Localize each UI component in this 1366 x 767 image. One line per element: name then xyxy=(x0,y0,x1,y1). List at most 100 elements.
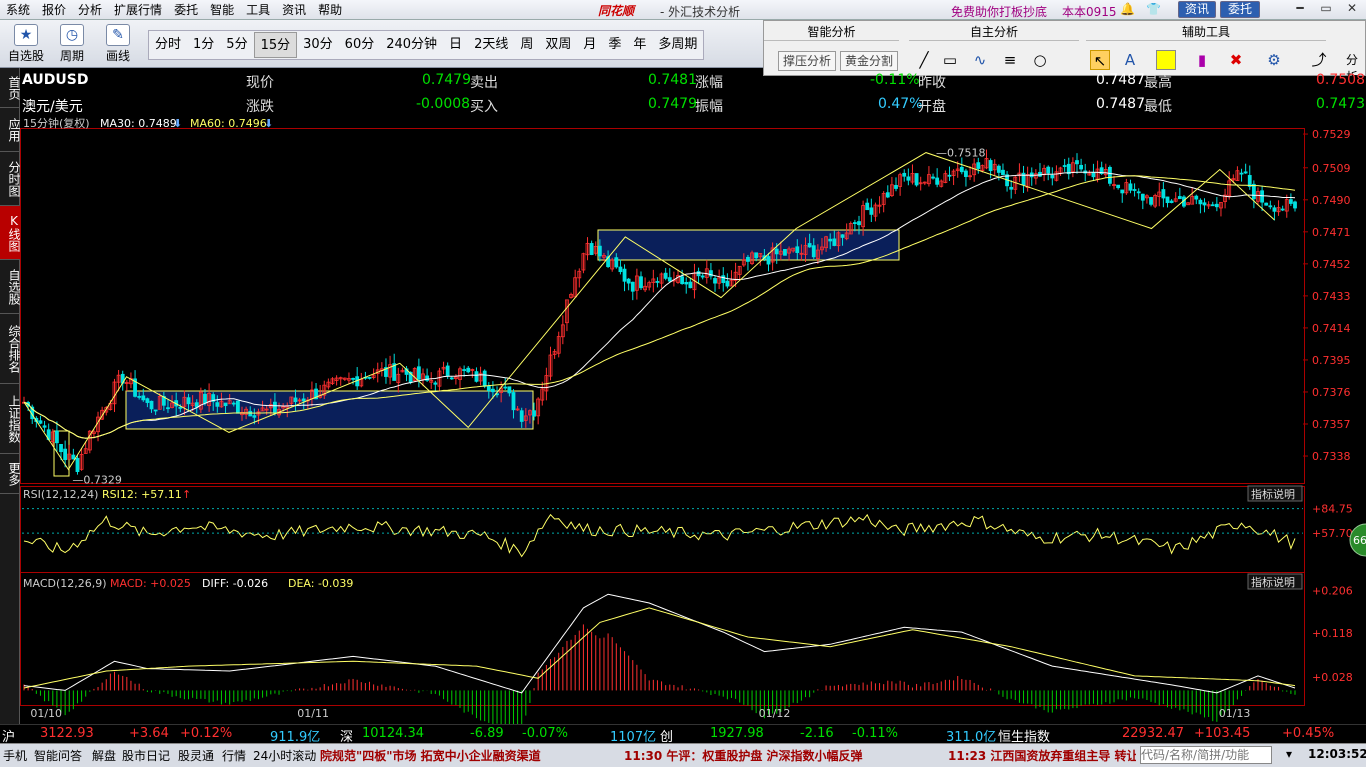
candle-body xyxy=(1128,183,1133,191)
export-icon[interactable]: ⤴ xyxy=(1309,50,1329,70)
now-value: 0.7479 xyxy=(422,72,471,88)
period-button[interactable]: ◷ 周期 xyxy=(54,24,90,64)
menu-help[interactable]: 帮助 xyxy=(312,1,348,18)
clock-icon: ◷ xyxy=(60,24,84,46)
fib-tool-icon[interactable]: ≡ xyxy=(1000,50,1020,70)
menu-news[interactable]: 资讯 xyxy=(276,1,312,18)
period-30m[interactable]: 30分 xyxy=(297,32,339,58)
dropdown-icon[interactable]: ▾ xyxy=(1286,747,1292,761)
eraser-icon[interactable]: ▮ xyxy=(1192,50,1212,70)
period-multi[interactable]: 多周期 xyxy=(652,32,703,58)
period-year[interactable]: 年 xyxy=(627,32,652,58)
bottom-24h[interactable]: 24小时滚动 xyxy=(253,747,316,764)
period-tick[interactable]: 分时 xyxy=(149,32,187,58)
macd-tick-label: +0.028 xyxy=(1312,671,1353,684)
candle-body xyxy=(663,272,668,279)
version-label: 本本0915 xyxy=(1062,5,1117,19)
nav-sh-index[interactable]: 上证指数 xyxy=(0,384,21,454)
candle-body xyxy=(807,243,812,248)
min-annotation: —0.7329 xyxy=(72,474,122,487)
menu-trade[interactable]: 委托 xyxy=(168,1,204,18)
nav-watchlist[interactable]: 自选股 xyxy=(0,260,21,314)
trade-button[interactable]: 委托 xyxy=(1220,1,1260,18)
menu-smart[interactable]: 智能 xyxy=(204,1,240,18)
candle-body xyxy=(466,367,471,373)
sz-value: 10124.34 xyxy=(362,726,425,741)
kline-chart[interactable]: —0.7518 —0.7329 0.7529 0.7509 0.7490 0.7471 0… xyxy=(20,116,1366,724)
menu-tools[interactable]: 工具 xyxy=(240,1,276,18)
rect-tool-icon[interactable]: ▭ xyxy=(940,50,960,70)
bottom-quote[interactable]: 行情 xyxy=(222,747,246,764)
bottom-diary[interactable]: 股市日记 xyxy=(122,747,170,764)
close-icon[interactable]: ✕ xyxy=(1342,1,1362,18)
candle-body xyxy=(700,275,705,278)
candle-body xyxy=(474,371,479,382)
circle-tool-icon[interactable]: ○ xyxy=(1030,50,1050,70)
menu-analysis[interactable]: 分析 xyxy=(72,1,108,18)
candle-body xyxy=(1272,207,1277,212)
bottom-mobile[interactable]: 手机 xyxy=(3,747,27,764)
pressure-analysis-button[interactable]: 撑压分析 xyxy=(778,51,836,71)
date-tick-label: 01/11 xyxy=(297,707,329,720)
candle-body xyxy=(865,202,870,211)
candle-body xyxy=(1169,200,1174,203)
candle-body xyxy=(235,400,240,414)
period-2week[interactable]: 双周 xyxy=(539,32,577,58)
menu-quote[interactable]: 报价 xyxy=(36,1,72,18)
period-5m[interactable]: 5分 xyxy=(220,32,253,58)
candle-body xyxy=(885,192,890,198)
period-15m[interactable]: 15分 xyxy=(253,32,298,58)
news-ticker-1[interactable]: 院规范"四板"市场 拓宽中小企业融资渠道 xyxy=(320,747,541,764)
candle-body xyxy=(1243,171,1248,174)
period-day[interactable]: 日 xyxy=(443,32,468,58)
bottom-analysis[interactable]: 解盘 xyxy=(92,747,116,764)
period-month[interactable]: 月 xyxy=(577,32,602,58)
minimize-icon[interactable]: ━ xyxy=(1290,1,1310,18)
candle-body xyxy=(1251,183,1256,200)
candle-body xyxy=(137,395,142,398)
period-1m[interactable]: 1分 xyxy=(187,32,220,58)
restore-icon[interactable]: ▭ xyxy=(1316,1,1336,18)
candle-body xyxy=(293,397,298,403)
golden-section-button[interactable]: 黄金分割 xyxy=(840,51,898,71)
nav-timeshare[interactable]: 分时图 xyxy=(0,152,21,206)
bell-icon[interactable]: 🔔 xyxy=(1120,2,1135,16)
cursor-icon[interactable]: ↖ xyxy=(1090,50,1110,70)
shirt-icon[interactable]: 👕 xyxy=(1146,2,1161,16)
menu-ext-quote[interactable]: 扩展行情 xyxy=(108,1,168,18)
candle-body xyxy=(42,425,47,428)
nav-more[interactable]: 更多 xyxy=(0,454,21,494)
watchlist-button[interactable]: ★ 自选股 xyxy=(8,24,44,64)
period-week[interactable]: 周 xyxy=(514,32,539,58)
nav-apps[interactable]: 应用 xyxy=(0,108,21,152)
delete-icon[interactable]: ✖ xyxy=(1226,50,1246,70)
settings-icon[interactable]: ⚙ xyxy=(1264,50,1284,70)
promo-link[interactable]: 免费助你打板抄底 xyxy=(951,3,1047,20)
smart-analysis-header: 智能分析 xyxy=(764,23,899,41)
bottom-qa[interactable]: 智能问答 xyxy=(34,747,82,764)
period-2day[interactable]: 2天线 xyxy=(468,32,514,58)
prev-label: 昨收 xyxy=(918,75,946,91)
candle-body xyxy=(688,281,693,289)
nav-kline[interactable]: K线图 xyxy=(0,206,21,260)
bottom-linktong[interactable]: 股灵通 xyxy=(178,747,214,764)
candle-body xyxy=(1132,189,1137,191)
wave-tool-icon[interactable]: ∿ xyxy=(970,50,990,70)
code-search-input[interactable] xyxy=(1140,746,1272,764)
period-60m[interactable]: 60分 xyxy=(339,32,381,58)
draw-button[interactable]: ✎ 画线 xyxy=(100,24,136,64)
period-240m[interactable]: 240分钟 xyxy=(380,32,443,58)
text-tool-icon[interactable]: A xyxy=(1120,50,1140,70)
cy-pct: -0.11% xyxy=(852,726,898,741)
nav-ranking[interactable]: 综合排名 xyxy=(0,314,21,384)
line-tool-icon[interactable]: ╱ xyxy=(914,50,934,70)
candle-body xyxy=(906,176,911,181)
menu-system[interactable]: 系统 xyxy=(0,1,36,18)
color-picker-icon[interactable] xyxy=(1156,50,1176,70)
macd-legend-dea: DEA: -0.039 xyxy=(288,577,353,590)
nav-home[interactable]: 首页 xyxy=(0,68,21,108)
period-quarter[interactable]: 季 xyxy=(602,32,627,58)
news-ticker-3[interactable]: 11:23 江西国资放弃重组主导 转让 xyxy=(948,747,1136,764)
news-button[interactable]: 资讯 xyxy=(1178,1,1216,18)
news-ticker-2[interactable]: 11:30 午评：权重股护盘 沪深指数小幅反弹 xyxy=(624,747,863,764)
